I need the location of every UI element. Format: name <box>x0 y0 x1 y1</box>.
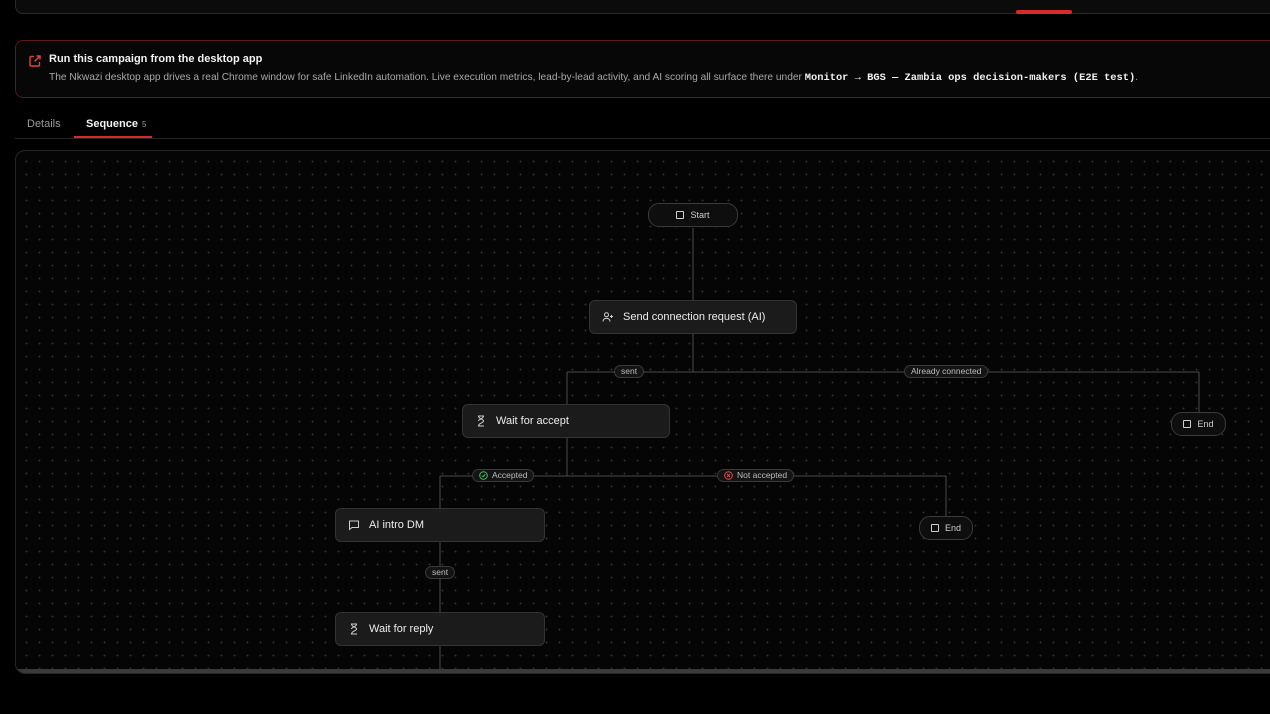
end-label: End <box>944 523 961 533</box>
edge-label-not-accepted: Not accepted <box>717 469 795 482</box>
hourglass-icon <box>475 415 487 427</box>
hourglass-icon <box>348 623 360 635</box>
external-link-icon[interactable] <box>28 54 42 68</box>
tab-sequence[interactable]: Sequence 5 <box>86 118 146 130</box>
message-icon <box>348 519 360 531</box>
end-square-icon <box>930 524 939 532</box>
edge-label-sent-2: sent <box>425 566 456 579</box>
banner-body: The Nkwazi desktop app drives a real Chr… <box>49 72 1138 84</box>
edge-label-accepted: Accepted <box>472 469 535 482</box>
active-tab-underline <box>74 136 152 138</box>
start-node[interactable]: Start <box>648 203 738 227</box>
not-accepted-label: Not accepted <box>737 470 788 480</box>
ai-intro-dm-node[interactable]: AI intro DM <box>335 508 545 542</box>
edge-send-branch <box>566 334 1200 412</box>
top-header-bar <box>15 0 1270 14</box>
canvas-horizontal-scrollbar[interactable] <box>16 669 1270 673</box>
accepted-label: Accepted <box>492 470 528 480</box>
wait-for-reply-node[interactable]: Wait for reply <box>335 612 545 646</box>
user-plus-icon <box>602 311 614 323</box>
x-circle-icon <box>724 471 733 480</box>
send-connection-request-node[interactable]: Send connection request (AI) <box>589 300 797 334</box>
tab-details[interactable]: Details <box>27 118 61 130</box>
sequence-canvas[interactable]: Start Send connection request (AI) Wait … <box>15 150 1270 674</box>
check-circle-icon <box>479 471 488 480</box>
wait-for-accept-node[interactable]: Wait for accept <box>462 404 670 438</box>
edge-label-sent: sent <box>614 365 645 378</box>
tab-sequence-label: Sequence <box>86 118 138 130</box>
banner-body-suffix: . <box>1135 72 1139 83</box>
desktop-app-banner: Run this campaign from the desktop app T… <box>15 40 1270 98</box>
start-label: Start <box>690 210 710 220</box>
end-node-not-accepted[interactable]: End <box>919 516 973 540</box>
end-node-already-connected[interactable]: End <box>1171 412 1226 436</box>
ai-intro-dm-label: AI intro DM <box>369 519 425 531</box>
send-connection-request-label: Send connection request (AI) <box>623 311 766 323</box>
end-label: End <box>1197 419 1214 429</box>
wait-for-accept-label: Wait for accept <box>496 415 569 427</box>
wait-for-reply-label: Wait for reply <box>369 623 434 635</box>
banner-monitor-path: Monitor → BGS — Zambia ops decision-make… <box>804 72 1136 84</box>
header-accent-indicator <box>1016 10 1072 14</box>
edge-label-already-connected: Already connected <box>904 365 989 378</box>
start-square-icon <box>676 211 685 219</box>
banner-title: Run this campaign from the desktop app <box>49 53 263 65</box>
end-square-icon <box>1183 420 1192 428</box>
tab-bar: Details Sequence 5 <box>15 112 1270 139</box>
banner-body-text: The Nkwazi desktop app drives a real Chr… <box>49 72 805 83</box>
tab-sequence-count: 5 <box>141 120 147 129</box>
